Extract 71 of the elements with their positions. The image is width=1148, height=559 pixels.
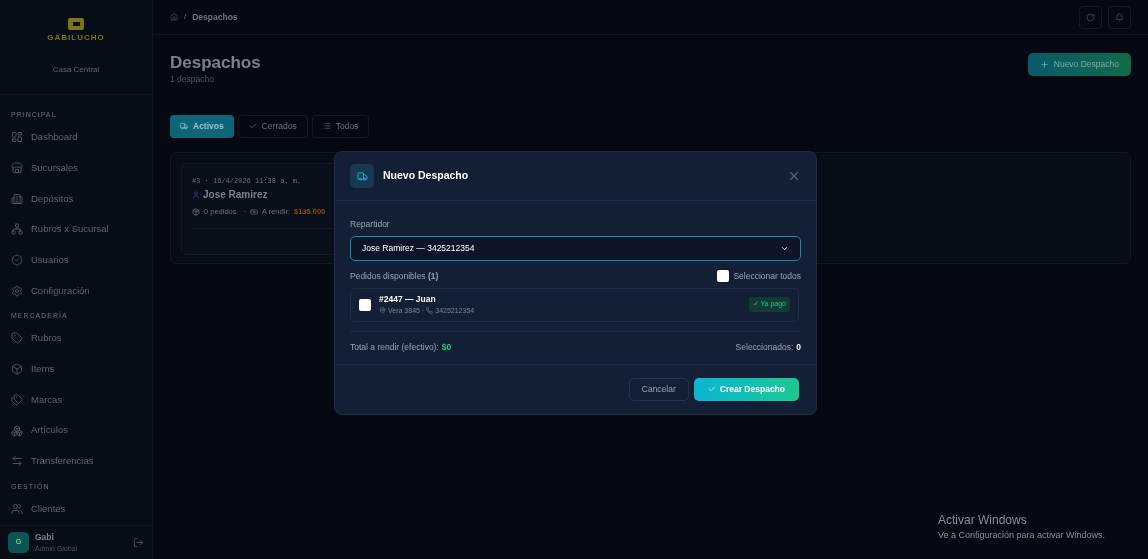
- sidebar-item[interactable]: Clientes: [11, 493, 141, 525]
- filter-tab[interactable]: Activos: [170, 114, 234, 138]
- orders-label: Pedidos disponibles (1): [350, 269, 439, 283]
- activation-text: Ve a Configuración para activar Windows.: [938, 529, 1106, 542]
- menu-icon: [11, 223, 23, 236]
- menu-icon: [11, 192, 23, 205]
- menu-icon: [11, 455, 23, 468]
- sidebar-item[interactable]: Dashboard: [11, 122, 141, 153]
- check-icon: [707, 385, 716, 394]
- refresh-icon: [1086, 12, 1095, 22]
- sidebar-item[interactable]: Transferencias: [11, 445, 141, 477]
- select-all-label: Seleccionar todos: [733, 269, 801, 283]
- logo-text: GABILUCHO: [47, 32, 105, 44]
- sidebar-item[interactable]: Sucursales: [11, 152, 141, 184]
- cash-icon: [250, 207, 259, 216]
- total-label: Total a rendir (efectivo):: [350, 341, 439, 354]
- total-amount: $0: [441, 341, 452, 354]
- page-title: Despachos: [170, 53, 261, 73]
- menu-icon: [11, 284, 23, 297]
- field-label: Repartidor: [350, 218, 391, 231]
- pin-icon: [379, 306, 386, 314]
- new-dispatch-button[interactable]: Nuevo Despacho: [1027, 53, 1131, 76]
- filter-tab[interactable]: Cerrados: [237, 114, 308, 138]
- create-dispatch-button[interactable]: Crear Despacho: [693, 377, 799, 401]
- sidebar-item[interactable]: Depósitos: [11, 183, 141, 215]
- logout-icon[interactable]: [133, 537, 144, 548]
- sidebar-item[interactable]: Marcas: [11, 384, 141, 416]
- sidebar-item[interactable]: Rubros: [11, 323, 141, 354]
- driver-select[interactable]: Jose Ramirez — 3425212354: [350, 235, 801, 261]
- close-icon[interactable]: [787, 169, 801, 183]
- branch-name: Casa Central: [52, 64, 100, 76]
- menu-icon: [11, 502, 23, 515]
- menu-icon: [11, 424, 23, 437]
- sidebar-item[interactable]: Configuración: [11, 275, 141, 307]
- menu-icon: [11, 332, 23, 345]
- sidebar-item[interactable]: Artículos: [11, 415, 141, 446]
- logo-icon: [68, 18, 84, 30]
- phone-icon: [426, 306, 434, 314]
- bell-icon: [1115, 12, 1124, 22]
- menu-icon: [11, 131, 23, 144]
- tab-icon: [180, 122, 188, 131]
- selected-label: Seleccionados:: [735, 341, 794, 354]
- page-subtitle: 1 despacho: [170, 73, 215, 86]
- menu-icon: [11, 393, 23, 406]
- refresh-button[interactable]: [1079, 5, 1102, 29]
- menu-icon: [11, 254, 23, 267]
- filter-tab[interactable]: Todos: [311, 114, 370, 138]
- plus-icon: [1039, 60, 1049, 69]
- menu-icon: [11, 162, 23, 175]
- sidebar-item[interactable]: Items: [11, 353, 141, 385]
- checkbox[interactable]: [359, 298, 371, 311]
- sidebar-item[interactable]: Usuarios: [11, 244, 141, 276]
- order-title: #2447 — Juan: [379, 293, 437, 305]
- cancel-button[interactable]: Cancelar: [628, 377, 689, 401]
- notifications-button[interactable]: [1108, 5, 1131, 29]
- breadcrumb-current: Despachos: [192, 10, 238, 24]
- home-icon[interactable]: [170, 13, 178, 21]
- tab-icon: [322, 122, 331, 131]
- menu-icon: [11, 363, 23, 376]
- selected-count: 0: [796, 341, 801, 354]
- tab-icon: [248, 122, 257, 131]
- driver-name: Jose Ramirez: [203, 188, 268, 203]
- dialog-title: Nuevo Despacho: [383, 168, 470, 184]
- truck-icon: [350, 164, 374, 188]
- user-name: Gabi: [35, 531, 55, 543]
- person-icon: [192, 190, 200, 199]
- breadcrumb-separator: /: [184, 11, 187, 23]
- sidebar-item[interactable]: Rubros x Sucursal: [11, 214, 141, 245]
- activation-title: Activar Windows: [938, 512, 1028, 529]
- checkbox[interactable]: [717, 270, 730, 283]
- package-icon: [192, 207, 200, 216]
